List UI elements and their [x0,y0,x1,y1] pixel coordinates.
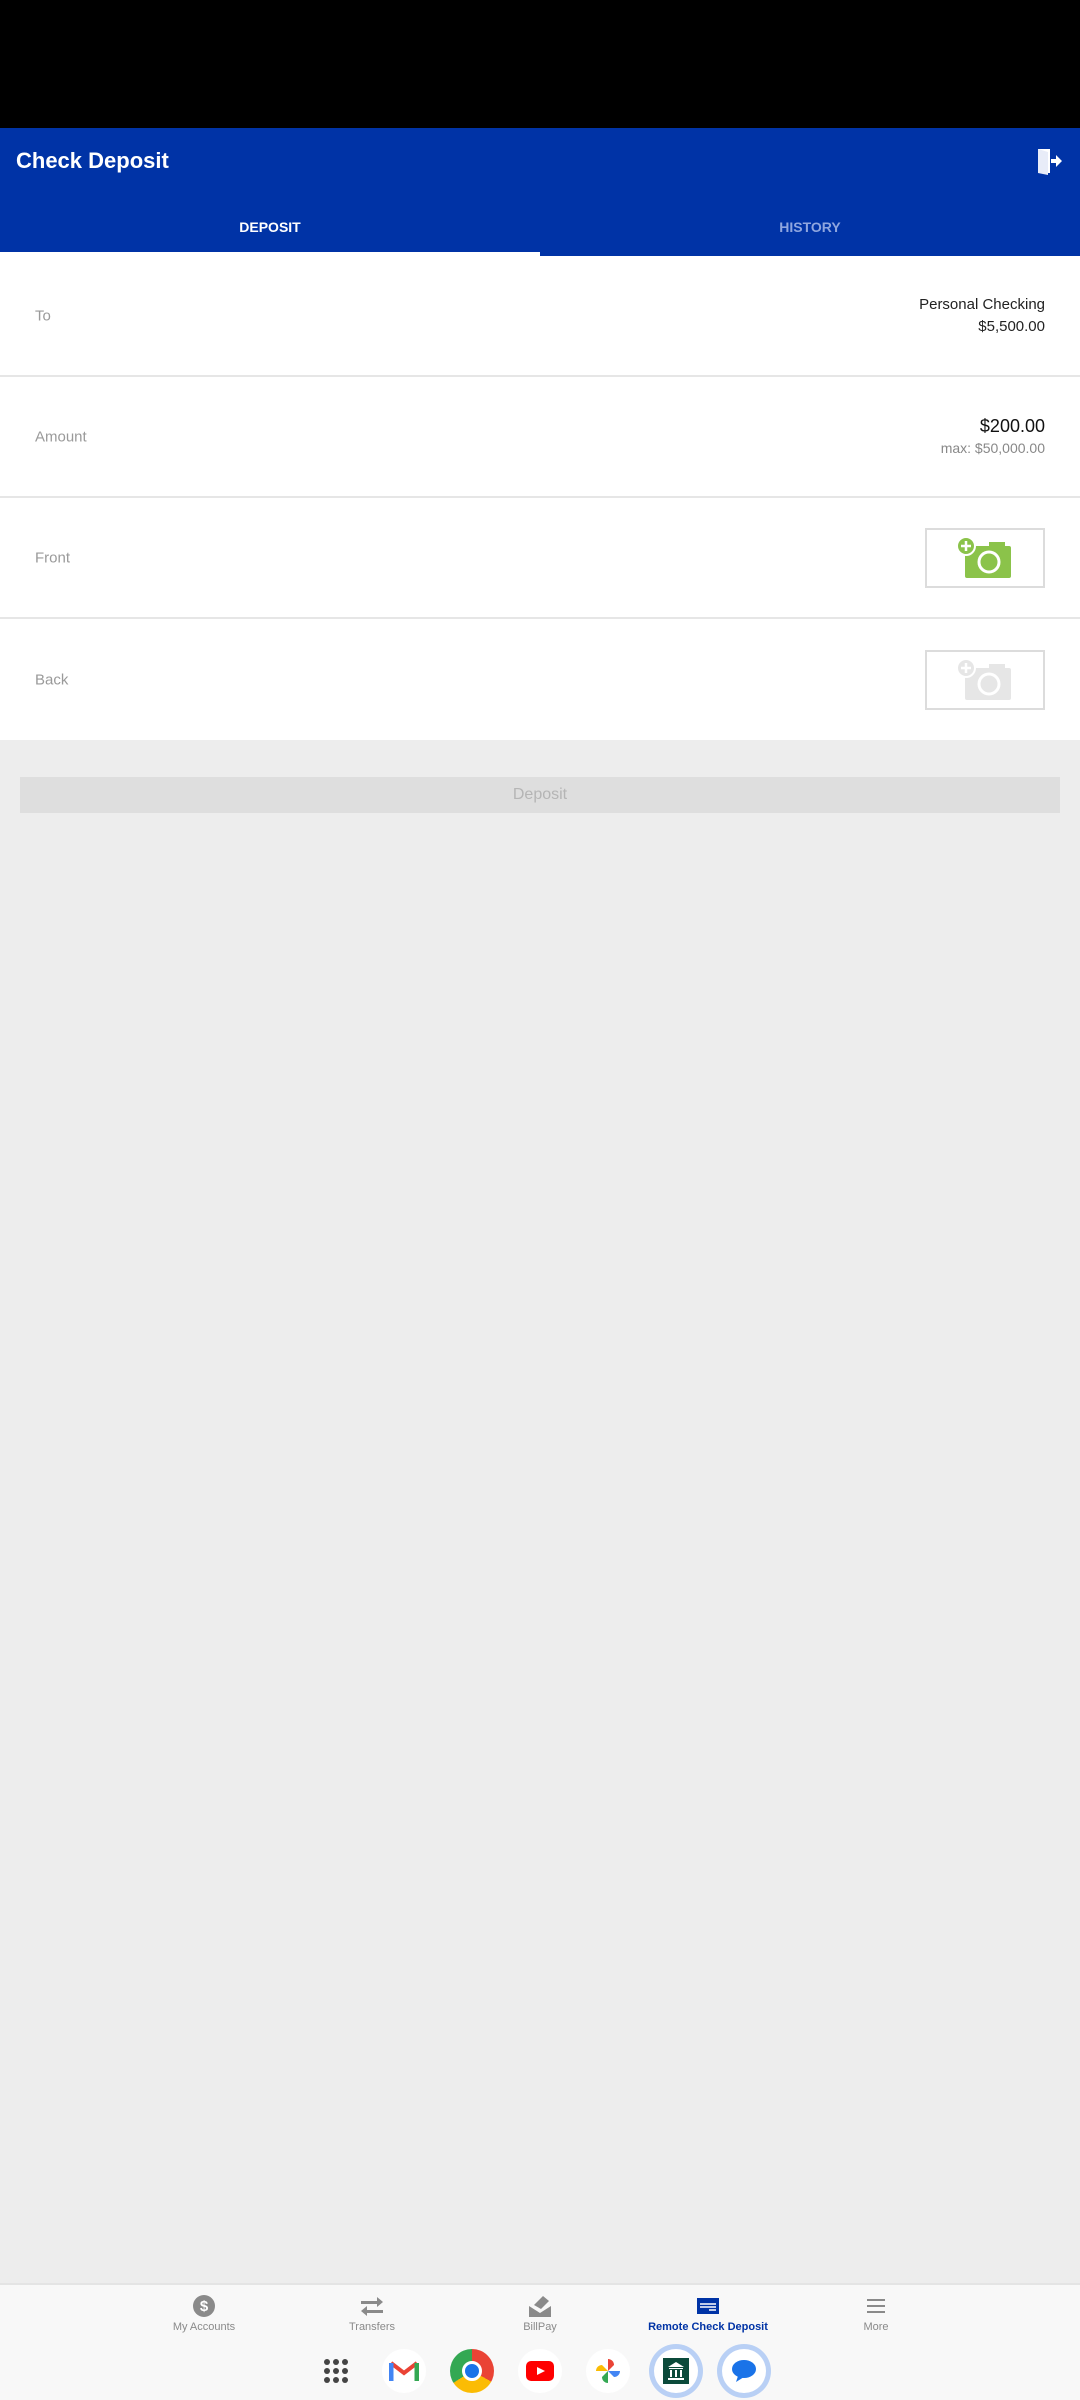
nav-label: My Accounts [172,2321,236,2333]
add-camera-icon [956,657,1011,700]
tab-bar: DEPOSIT HISTORY [0,202,1080,256]
transfer-icon [361,2297,383,2316]
dollar-icon: $ [193,2295,215,2317]
page-title: Check Deposit [16,148,169,173]
nav-label: BillPay [523,2321,557,2333]
billpay-icon [529,2296,551,2317]
front-row: Front [0,498,1080,619]
back-photo-button[interactable] [925,649,1045,710]
to-account-value: Personal Checking $5,500.00 [919,294,1045,338]
to-account-row[interactable]: To Personal Checking $5,500.00 [0,256,1080,377]
deposit-form: To Personal Checking $5,500.00 Amount $2… [0,256,1080,740]
app-drawer-icon[interactable] [314,2349,358,2393]
chrome-icon[interactable] [450,2349,494,2393]
gmail-icon[interactable] [382,2349,426,2393]
back-label: Back [35,671,69,688]
nav-remote-check-deposit[interactable]: Remote Check Deposit [624,2293,792,2343]
amount-value: $200.00 max: $50,000.00 [941,415,1045,459]
amount-row[interactable]: Amount $200.00 max: $50,000.00 [0,377,1080,498]
youtube-icon[interactable] [518,2349,562,2393]
check-icon [697,2298,719,2314]
messages-icon[interactable] [722,2349,766,2393]
status-bar [0,0,1080,128]
app-bar: Check Deposit DEPOSIT HISTORY [0,128,1080,256]
nav-label: Transfers [348,2321,396,2333]
menu-icon [867,2299,885,2313]
amount-input[interactable]: $200.00 [941,415,1045,437]
amount-label: Amount [35,428,87,445]
nav-billpay[interactable]: BillPay [456,2293,624,2343]
nav-more[interactable]: More [792,2293,960,2343]
logout-icon[interactable] [1034,146,1064,176]
nav-label: Remote Check Deposit [648,2321,768,2333]
tab-history[interactable]: HISTORY [540,202,1080,256]
front-label: Front [35,549,71,566]
account-balance: $5,500.00 [978,317,1045,335]
back-row: Back [0,619,1080,740]
add-camera-icon [956,535,1011,578]
nav-my-accounts[interactable]: $ My Accounts [120,2293,288,2343]
bottom-nav: $ My Accounts Transfers BillPay Remote C… [0,2283,1080,2400]
nav-transfers[interactable]: Transfers [288,2293,456,2343]
front-photo-button[interactable] [925,527,1045,588]
account-name: Personal Checking [919,295,1045,313]
amount-max: max: $50,000.00 [940,439,1045,456]
tab-deposit[interactable]: DEPOSIT [0,202,540,256]
to-label: To [35,307,51,324]
bank-app-icon[interactable] [654,2349,698,2393]
photos-icon[interactable] [586,2349,630,2393]
deposit-button[interactable]: Deposit [20,777,1060,813]
app-dock [0,2343,1080,2393]
svg-text:$: $ [200,2298,209,2315]
nav-label: More [863,2321,889,2333]
